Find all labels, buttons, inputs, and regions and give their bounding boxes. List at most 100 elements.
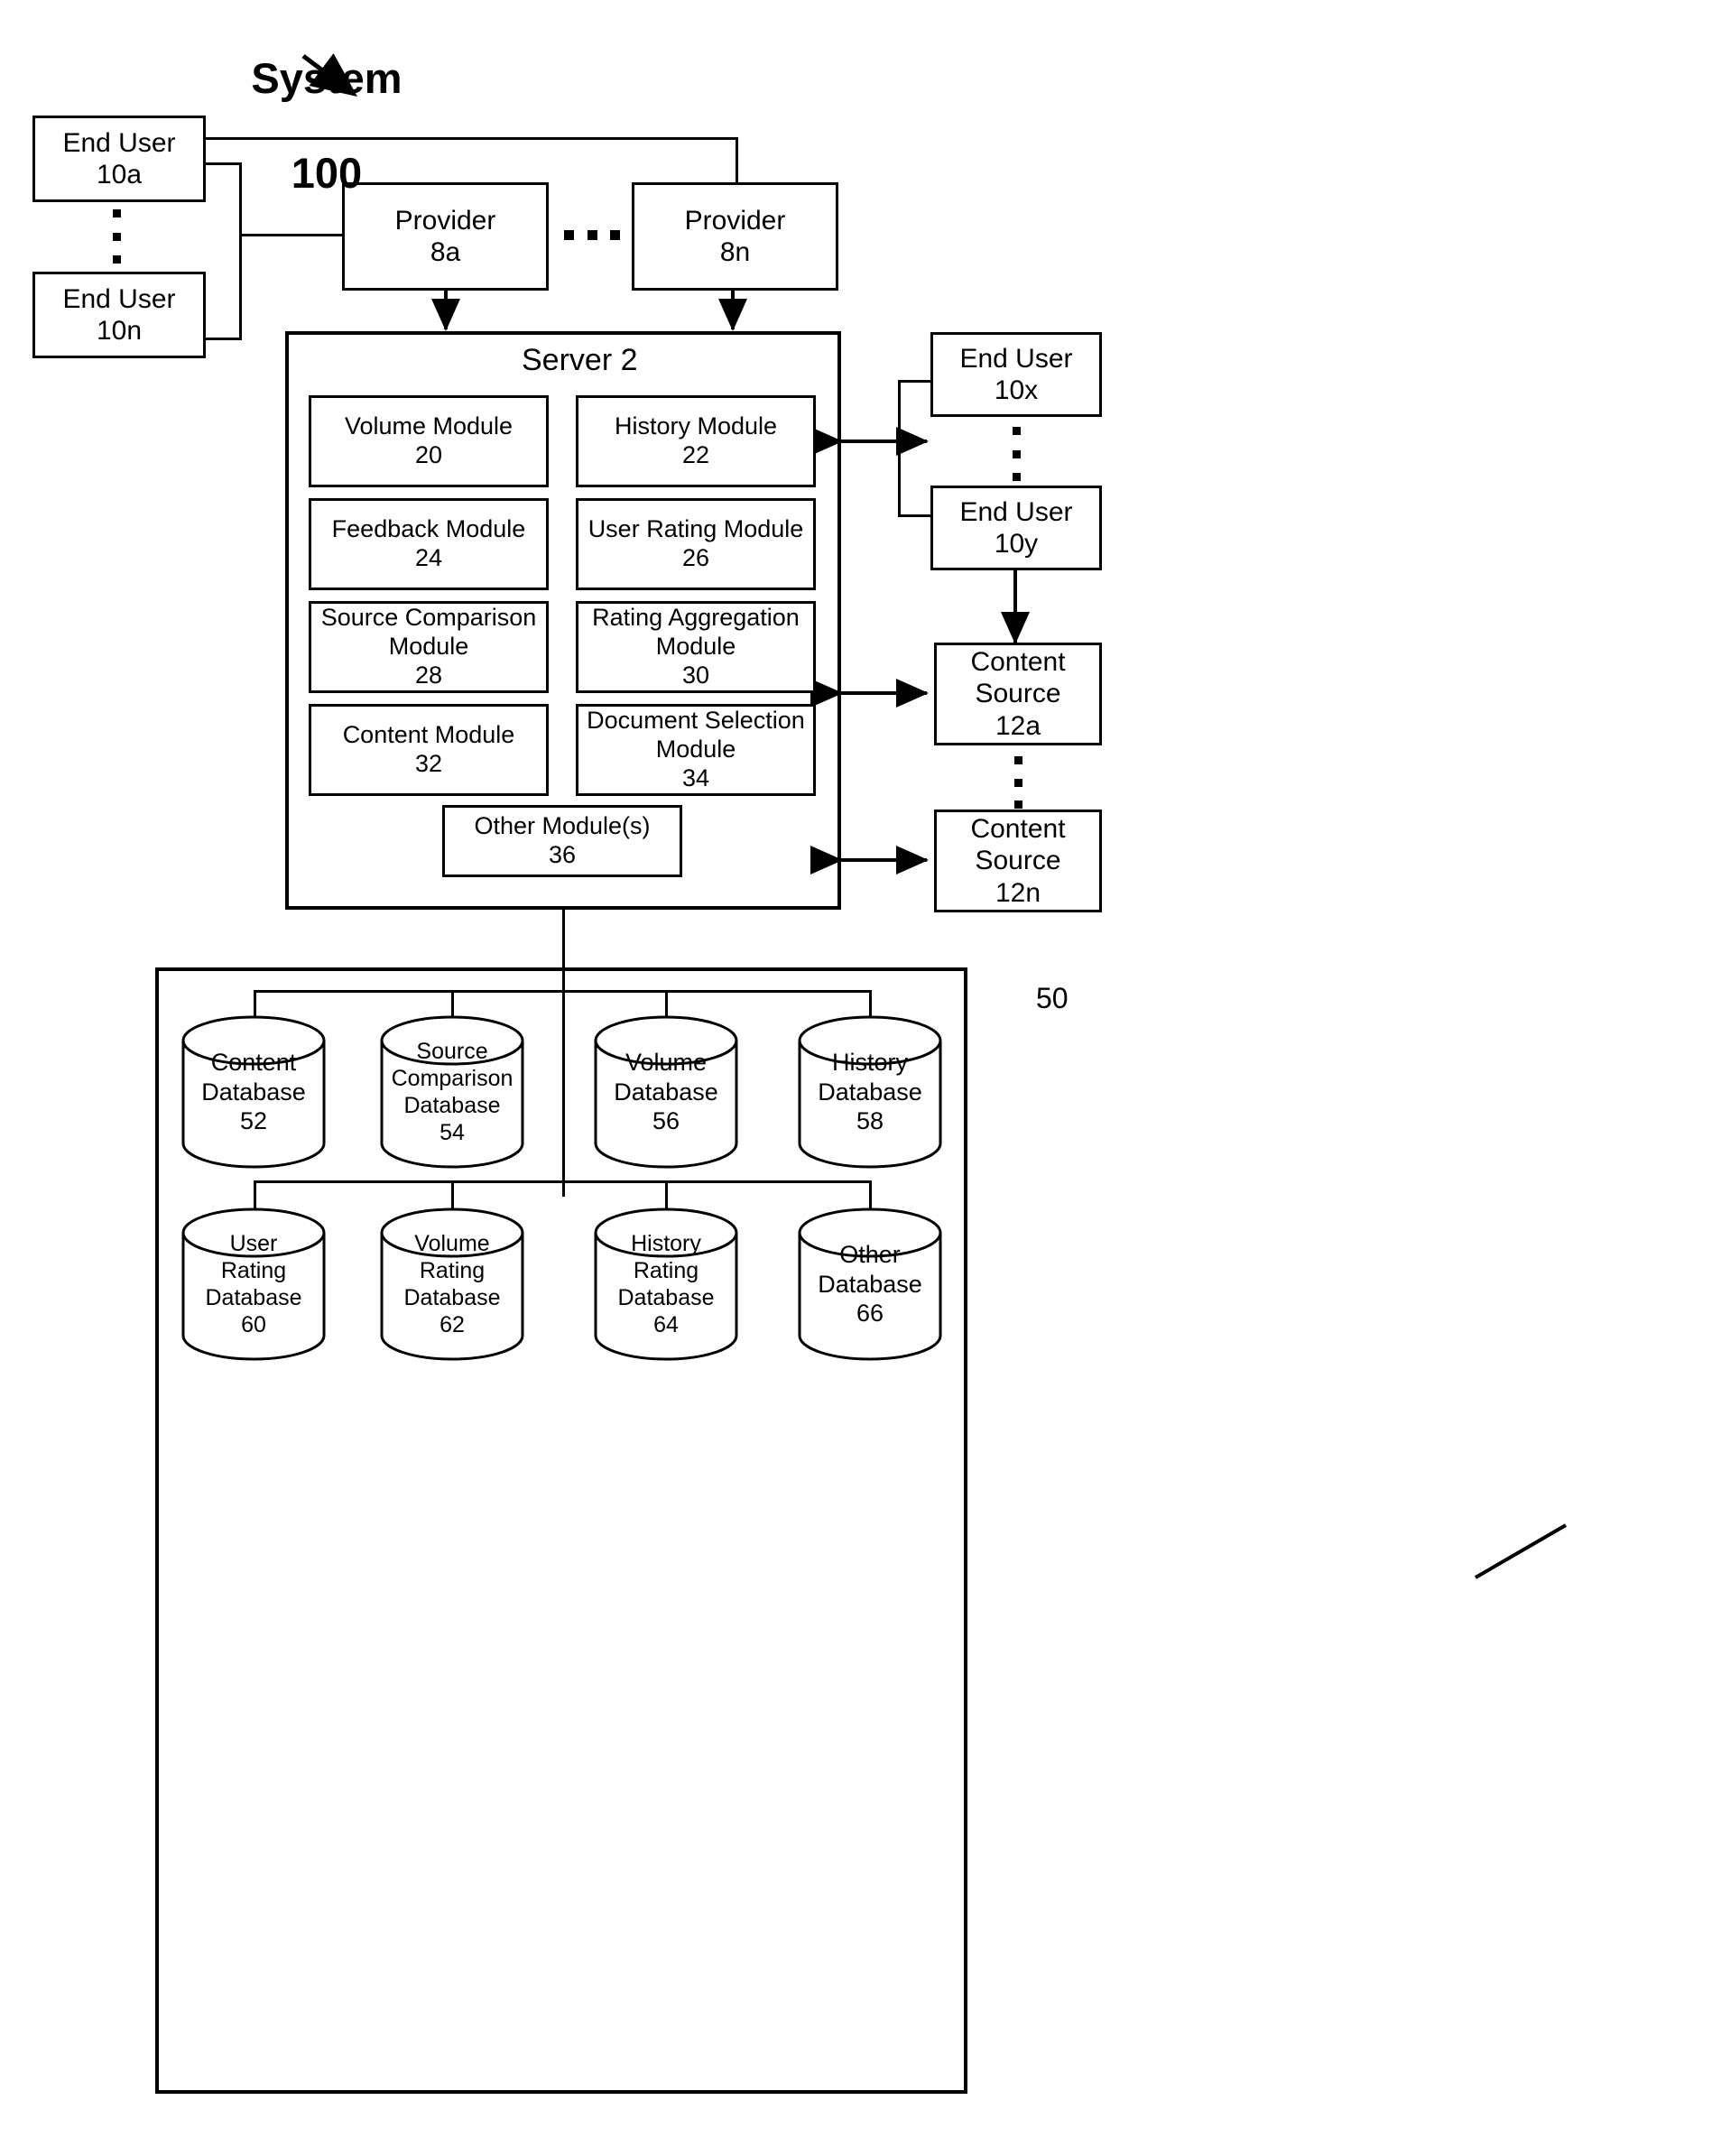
db-56-line2: Database xyxy=(614,1078,718,1106)
database-volume-56[interactable]: Volume Database 56 xyxy=(593,1015,739,1169)
module-other-label: Other Module(s) xyxy=(474,812,651,840)
module-source-comparison[interactable]: Source Comparison Module 28 xyxy=(309,601,549,693)
db-54-line2: Comparison xyxy=(391,1066,514,1091)
module-other-ref: 36 xyxy=(548,841,577,868)
end-user-10y-bus-stub xyxy=(898,514,934,517)
content-source-12a-ref: 12a xyxy=(995,710,1041,741)
db-54-line3: Database xyxy=(403,1093,501,1118)
module-rating-aggregation-ref: 30 xyxy=(681,661,710,689)
provider-8a-box[interactable]: Provider 8a xyxy=(342,182,549,291)
database-content-52-label: Content Database 52 xyxy=(180,1015,327,1169)
module-rating-aggregation-label-2: Module xyxy=(655,633,736,661)
module-feedback-ref: 24 xyxy=(414,544,443,571)
database-history-rating-64[interactable]: History Rating Database 64 xyxy=(593,1208,739,1361)
db-58-line2: Database xyxy=(818,1078,922,1106)
enduser-10n-stub xyxy=(204,338,242,340)
end-user-10x-ref: 10x xyxy=(994,375,1039,405)
module-content[interactable]: Content Module 32 xyxy=(309,704,549,796)
database-history-rating-64-label: History Rating Database 64 xyxy=(593,1208,739,1361)
database-user-rating-60[interactable]: User Rating Database 60 xyxy=(180,1208,327,1361)
db-64-line2: Rating xyxy=(633,1258,699,1283)
end-user-10x-bus-stub xyxy=(898,380,934,383)
db-58-ref: 58 xyxy=(856,1107,884,1135)
module-document-selection-label-2: Module xyxy=(655,736,736,763)
database-content-52[interactable]: Content Database 52 xyxy=(180,1015,327,1169)
module-history[interactable]: History Module 22 xyxy=(576,395,816,487)
content-source-12a-label-2: Source xyxy=(975,679,1061,709)
db-row2-bus xyxy=(254,1180,872,1183)
db-66-line2: Database xyxy=(818,1270,922,1298)
module-feedback[interactable]: Feedback Module 24 xyxy=(309,498,549,590)
db-56-line1: Volume xyxy=(625,1049,708,1077)
db-64-line1: History xyxy=(631,1231,701,1256)
end-user-10n-box[interactable]: End User 10n xyxy=(32,272,206,358)
database-user-rating-60-label: User Rating Database 60 xyxy=(180,1208,327,1361)
db-62-ref: 62 xyxy=(440,1312,465,1337)
module-history-label: History Module xyxy=(614,412,778,440)
provider-8a-ref: 8a xyxy=(430,237,461,267)
end-user-10y-ref: 10y xyxy=(994,529,1039,559)
db-60-line2: Rating xyxy=(220,1258,287,1283)
module-history-ref: 22 xyxy=(681,441,710,468)
db-62-line1: Volume xyxy=(414,1231,490,1256)
module-content-ref: 32 xyxy=(414,750,443,777)
end-user-10y-box[interactable]: End User 10y xyxy=(930,486,1102,570)
provider-8n-label: Provider xyxy=(684,205,786,236)
database-source-comparison-54[interactable]: Source Comparison Database 54 xyxy=(379,1015,525,1169)
content-source-12a-box[interactable]: Content Source 12a xyxy=(934,643,1102,745)
module-volume[interactable]: Volume Module 20 xyxy=(309,395,549,487)
db-62-line3: Database xyxy=(403,1285,501,1310)
end-user-10a-ref: 10a xyxy=(96,160,143,190)
server-to-db-trunk xyxy=(562,908,565,1197)
content-source-ellipsis xyxy=(1013,756,1022,809)
content-source-12n-box[interactable]: Content Source 12n xyxy=(934,810,1102,912)
end-user-10a-label: End User xyxy=(62,127,176,158)
module-user-rating-ref: 26 xyxy=(681,544,710,571)
database-other-66[interactable]: Other Database 66 xyxy=(797,1208,943,1361)
database-volume-56-label: Volume Database 56 xyxy=(593,1015,739,1169)
module-source-comparison-label-1: Source Comparison xyxy=(320,604,537,632)
end-user-10x-box[interactable]: End User 10x xyxy=(930,332,1102,417)
database-group-ref-label: 50 xyxy=(1036,982,1069,1014)
figure-title: System 100 xyxy=(200,7,453,198)
end-user-10n-label: End User xyxy=(62,283,176,314)
db-54-ref: 54 xyxy=(440,1120,465,1145)
module-rating-aggregation-label-1: Rating Aggregation xyxy=(592,604,800,632)
database-history-58-label: History Database 58 xyxy=(797,1015,943,1169)
db-64-ref: 64 xyxy=(653,1312,679,1337)
content-source-12n-label-2: Source xyxy=(975,846,1061,876)
end-user-left-ellipsis xyxy=(112,209,121,264)
module-volume-label: Volume Module xyxy=(344,412,514,440)
provider-8a-label: Provider xyxy=(394,205,496,236)
db-52-line2: Database xyxy=(201,1078,306,1106)
module-document-selection[interactable]: Document Selection Module 34 xyxy=(576,704,816,796)
provider-8n-box[interactable]: Provider 8n xyxy=(632,182,838,291)
end-user-10y-label: End User xyxy=(959,496,1073,527)
db-60-line1: User xyxy=(229,1231,278,1256)
enduser-join-to-provider-8a xyxy=(239,234,345,236)
db-60-line3: Database xyxy=(205,1285,302,1310)
module-other[interactable]: Other Module(s) 36 xyxy=(442,805,682,877)
db-54-line1: Source xyxy=(416,1039,488,1064)
module-volume-ref: 20 xyxy=(414,441,443,468)
db-group-leader-line xyxy=(1474,1523,1568,1579)
module-feedback-label: Feedback Module xyxy=(331,515,526,543)
db-62-line2: Rating xyxy=(419,1258,486,1283)
module-rating-aggregation[interactable]: Rating Aggregation Module 30 xyxy=(576,601,816,693)
end-user-10a-box[interactable]: End User 10a xyxy=(32,116,206,202)
providers-ellipsis xyxy=(564,229,620,240)
figure-canvas: System 100 End User 10a End User 10n Pro… xyxy=(0,0,1721,2156)
db-56-ref: 56 xyxy=(652,1107,680,1135)
module-document-selection-label-1: Document Selection xyxy=(587,707,805,735)
module-user-rating[interactable]: User Rating Module 26 xyxy=(576,498,816,590)
module-content-label: Content Module xyxy=(342,721,515,749)
database-volume-rating-62[interactable]: Volume Rating Database 62 xyxy=(379,1208,525,1361)
end-user-right-ellipsis xyxy=(1012,427,1021,481)
content-source-12a-label-1: Content xyxy=(970,646,1066,677)
database-volume-rating-62-label: Volume Rating Database 62 xyxy=(379,1208,525,1361)
database-history-58[interactable]: History Database 58 xyxy=(797,1015,943,1169)
figure-title-line2: 100 xyxy=(291,148,363,197)
module-document-selection-ref: 34 xyxy=(681,763,710,791)
module-source-comparison-ref: 28 xyxy=(414,661,443,689)
db-60-ref: 60 xyxy=(241,1312,266,1337)
